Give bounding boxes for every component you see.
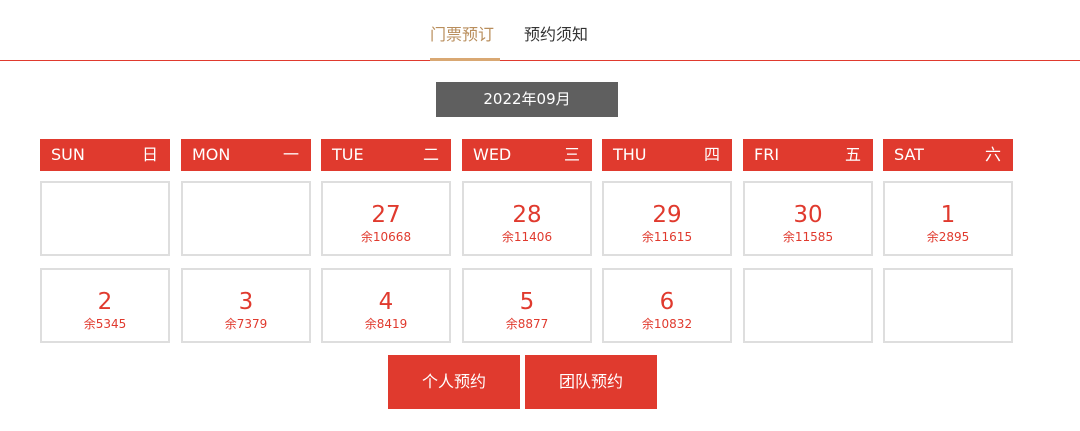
weekday-en: SUN	[51, 145, 85, 164]
weekday-en: MON	[192, 145, 231, 164]
weekday-zh: 五	[844, 145, 861, 164]
weekday-zh: 二	[422, 145, 439, 164]
day-number: 27	[371, 202, 401, 228]
remaining-tickets: 余11615	[641, 230, 693, 244]
weekday-zh: 四	[703, 145, 720, 164]
calendar-day-cell[interactable]: 1 余2895	[883, 181, 1013, 256]
remaining-tickets: 余10832	[641, 317, 693, 331]
weekday-zh: 六	[984, 145, 1001, 164]
remaining-tickets: 余7379	[224, 317, 268, 331]
weekday-zh: 一	[282, 145, 299, 164]
tab-booking-notice[interactable]: 预约须知	[524, 22, 596, 60]
calendar-day-cell[interactable]: 29 余11615	[602, 181, 732, 256]
remaining-tickets: 余8877	[505, 317, 549, 331]
calendar-day-cell[interactable]: 2 余5345	[40, 268, 170, 343]
weekday-header-sat: SAT 六	[883, 139, 1013, 171]
weekday-header-mon: MON 一	[181, 139, 311, 171]
calendar-day-cell[interactable]: 4 余8419	[321, 268, 451, 343]
weekday-en: FRI	[754, 145, 780, 164]
day-number: 1	[940, 202, 956, 228]
day-number: 5	[519, 289, 535, 315]
calendar-cell-empty	[743, 268, 873, 343]
weekday-en: WED	[473, 145, 512, 164]
remaining-tickets: 余8419	[364, 317, 408, 331]
weekday-zh: 三	[563, 145, 580, 164]
day-number: 28	[512, 202, 542, 228]
weekday-en: THU	[613, 145, 647, 164]
weekday-header-fri: FRI 五	[743, 139, 873, 171]
calendar-cell-empty	[181, 181, 311, 256]
calendar-cell-empty	[40, 181, 170, 256]
calendar-day-cell[interactable]: 27 余10668	[321, 181, 451, 256]
weekday-en: SAT	[894, 145, 924, 164]
day-number: 4	[378, 289, 394, 315]
calendar-cell-empty	[883, 268, 1013, 343]
remaining-tickets: 余2895	[926, 230, 970, 244]
day-number: 30	[793, 202, 823, 228]
ticket-booking-page: 门票预订 预约须知 2022年09月 SUN 日 MON 一 TUE 二 WED…	[0, 0, 1080, 431]
calendar-day-cell[interactable]: 28 余11406	[462, 181, 592, 256]
personal-booking-button[interactable]: 个人预约	[388, 355, 520, 409]
month-label: 2022年09月	[436, 82, 618, 117]
day-number: 29	[652, 202, 682, 228]
remaining-tickets: 余11585	[782, 230, 834, 244]
day-number: 6	[659, 289, 675, 315]
day-number: 2	[97, 289, 113, 315]
weekday-header-sun: SUN 日	[40, 139, 170, 171]
weekday-header-wed: WED 三	[462, 139, 592, 171]
weekday-en: TUE	[332, 145, 364, 164]
day-number: 3	[238, 289, 254, 315]
weekday-header-tue: TUE 二	[321, 139, 451, 171]
remaining-tickets: 余5345	[83, 317, 127, 331]
remaining-tickets: 余10668	[360, 230, 412, 244]
calendar-day-cell[interactable]: 5 余8877	[462, 268, 592, 343]
calendar-day-cell[interactable]: 6 余10832	[602, 268, 732, 343]
tab-bar: 门票预订 预约须知	[0, 0, 1080, 61]
weekday-zh: 日	[141, 145, 158, 164]
group-booking-button[interactable]: 团队预约	[525, 355, 657, 409]
calendar-day-cell[interactable]: 3 余7379	[181, 268, 311, 343]
remaining-tickets: 余11406	[501, 230, 553, 244]
tab-ticket-booking[interactable]: 门票预订	[430, 22, 500, 61]
calendar-day-cell[interactable]: 30 余11585	[743, 181, 873, 256]
weekday-header-thu: THU 四	[602, 139, 732, 171]
